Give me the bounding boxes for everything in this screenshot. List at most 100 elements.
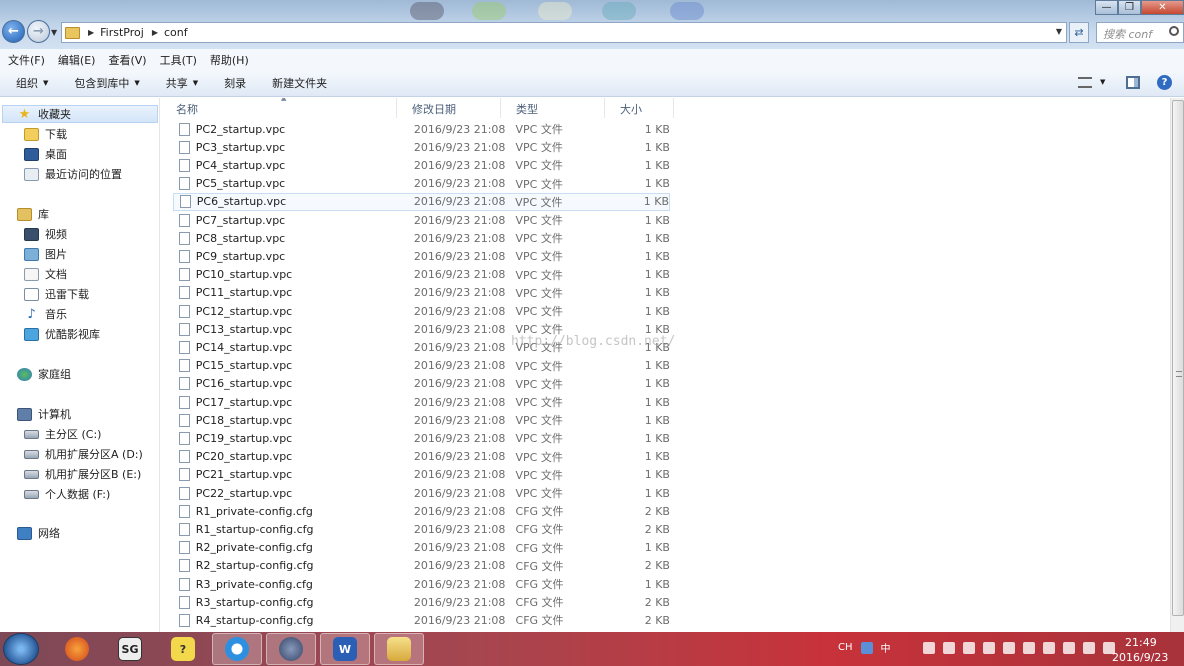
- taskbar-gns3[interactable]: [266, 633, 316, 665]
- menu-tools[interactable]: 工具(T): [160, 52, 197, 68]
- back-button[interactable]: ←: [2, 20, 25, 43]
- start-button[interactable]: [3, 633, 39, 665]
- taskbar-explorer[interactable]: [374, 633, 424, 665]
- file-row[interactable]: PC16_startup.vpc 2016/9/23 21:08 VPC 文件 1 K…: [173, 375, 670, 393]
- recent-pages-dropdown[interactable]: ▼: [51, 28, 57, 37]
- view-dropdown-icon[interactable]: ▼: [1100, 78, 1105, 86]
- file-row[interactable]: PC14_startup.vpc 2016/9/23 21:08 VPC 文件 1 K…: [173, 338, 670, 356]
- close-button[interactable]: ✕: [1141, 0, 1184, 15]
- taskbar-app-sg[interactable]: SG: [105, 633, 155, 665]
- help-icon[interactable]: ?: [1157, 75, 1172, 90]
- file-row[interactable]: PC12_startup.vpc 2016/9/23 21:08 VPC 文件 1 K…: [173, 302, 670, 320]
- column-name[interactable]: ▲ 名称: [161, 98, 397, 118]
- new-folder-button[interactable]: 新建文件夹: [272, 75, 327, 91]
- include-library-button[interactable]: 包含到库中 ▼: [74, 75, 139, 91]
- address-dropdown-icon[interactable]: ▼: [1056, 27, 1062, 36]
- file-row[interactable]: PC10_startup.vpc 2016/9/23 21:08 VPC 文件 1 K…: [173, 266, 670, 284]
- file-row[interactable]: PC19_startup.vpc 2016/9/23 21:08 VPC 文件 1 K…: [173, 429, 670, 447]
- nav-drive-e[interactable]: 机用扩展分区B (E:): [24, 465, 141, 483]
- breadcrumb-firstproj[interactable]: FirstProj: [100, 26, 144, 39]
- file-row[interactable]: PC20_startup.vpc 2016/9/23 21:08 VPC 文件 1 K…: [173, 448, 670, 466]
- scrollbar-thumb[interactable]: [1172, 100, 1184, 616]
- file-row[interactable]: PC2_startup.vpc 2016/9/23 21:08 VPC 文件 1 KB: [173, 120, 670, 138]
- file-row[interactable]: R2_private-config.cfg 2016/9/23 21:08 CFG …: [173, 539, 670, 557]
- file-row[interactable]: R2_startup-config.cfg 2016/9/23 21:08 CFG …: [173, 557, 670, 575]
- language-indicator[interactable]: 中: [881, 640, 891, 655]
- shield-icon[interactable]: [922, 641, 935, 654]
- chevron-right-icon[interactable]: ▶: [88, 28, 94, 37]
- nav-recent[interactable]: 最近访问的位置: [24, 165, 122, 183]
- tray-app-icon[interactable]: [962, 641, 975, 654]
- file-row[interactable]: PC13_startup.vpc 2016/9/23 21:08 VPC 文件 1 K…: [173, 320, 670, 338]
- change-view-icon[interactable]: [1078, 77, 1092, 88]
- network-icon[interactable]: [1042, 641, 1055, 654]
- nav-drive-d[interactable]: 机用扩展分区A (D:): [24, 445, 143, 463]
- taskbar-browser[interactable]: [212, 633, 262, 665]
- search-icon[interactable]: [860, 641, 873, 654]
- sync-icon[interactable]: [942, 641, 955, 654]
- file-row[interactable]: R4_startup-config.cfg 2016/9/23 21:08 CFG …: [173, 611, 670, 629]
- file-row[interactable]: R1_private-config.cfg 2016/9/23 21:08 CFG …: [173, 502, 670, 520]
- menu-edit[interactable]: 编辑(E): [58, 52, 96, 68]
- chevron-right-icon[interactable]: ▶: [152, 28, 158, 37]
- clock-date[interactable]: 2016/9/23: [1112, 651, 1168, 664]
- nav-videos[interactable]: 视频: [24, 225, 67, 243]
- taskbar-firefox[interactable]: [52, 633, 102, 665]
- burn-button[interactable]: 刻录: [224, 75, 246, 91]
- nav-desktop[interactable]: 桌面: [24, 145, 67, 163]
- column-size[interactable]: 大小: [605, 98, 674, 118]
- nav-downloads[interactable]: 下载: [24, 125, 67, 143]
- nav-network[interactable]: 网络: [17, 524, 60, 542]
- file-row[interactable]: PC3_startup.vpc 2016/9/23 21:08 VPC 文件 1 KB: [173, 138, 670, 156]
- chevron-down-icon[interactable]: [899, 642, 905, 654]
- vertical-scrollbar[interactable]: [1170, 98, 1184, 632]
- column-date[interactable]: 修改日期: [397, 98, 501, 118]
- menu-view[interactable]: 查看(V): [108, 52, 146, 68]
- nav-documents[interactable]: 文档: [24, 265, 67, 283]
- column-type[interactable]: 类型: [501, 98, 605, 118]
- file-row[interactable]: PC9_startup.vpc 2016/9/23 21:08 VPC 文件 1 KB: [173, 247, 670, 265]
- file-row[interactable]: R3_startup-config.cfg 2016/9/23 21:08 CFG …: [173, 593, 670, 611]
- file-row[interactable]: PC7_startup.vpc 2016/9/23 21:08 VPC 文件 1 KB: [173, 211, 670, 229]
- file-row[interactable]: PC22_startup.vpc 2016/9/23 21:08 VPC 文件 1 K…: [173, 484, 670, 502]
- share-button[interactable]: 共享 ▼: [166, 75, 198, 91]
- power-icon[interactable]: [1082, 641, 1095, 654]
- nav-drive-c[interactable]: 主分区 (C:): [24, 425, 101, 443]
- nav-thunder-downloads[interactable]: 迅雷下载: [24, 285, 89, 303]
- menu-help[interactable]: 帮助(H): [210, 52, 249, 68]
- nav-computer[interactable]: 计算机: [17, 405, 71, 423]
- tray-app-icon[interactable]: [1002, 641, 1015, 654]
- file-row[interactable]: PC4_startup.vpc 2016/9/23 21:08 VPC 文件 1 KB: [173, 156, 670, 174]
- nav-youku[interactable]: 优酷影视库: [24, 325, 100, 343]
- file-row[interactable]: R1_startup-config.cfg 2016/9/23 21:08 CFG …: [173, 520, 670, 538]
- file-row[interactable]: PC5_startup.vpc 2016/9/23 21:08 VPC 文件 1 KB: [173, 175, 670, 193]
- nav-drive-f[interactable]: 个人数据 (F:): [24, 485, 110, 503]
- file-row[interactable]: PC11_startup.vpc 2016/9/23 21:08 VPC 文件 1 K…: [173, 284, 670, 302]
- organize-button[interactable]: 组织 ▼: [16, 75, 48, 91]
- tray-app-icon[interactable]: [1022, 641, 1035, 654]
- file-row[interactable]: PC6_startup.vpc 2016/9/23 21:08 VPC 文件 1 KB: [173, 192, 670, 211]
- nav-libraries[interactable]: 库: [17, 205, 49, 223]
- file-row[interactable]: PC17_startup.vpc 2016/9/23 21:08 VPC 文件 1 K…: [173, 393, 670, 411]
- file-row[interactable]: R3_private-config.cfg 2016/9/23 21:08 CFG …: [173, 575, 670, 593]
- breadcrumb-conf[interactable]: conf: [164, 26, 188, 39]
- nav-music[interactable]: ♪ 音乐: [24, 305, 67, 323]
- minimize-button[interactable]: —: [1095, 0, 1118, 15]
- refresh-button[interactable]: ⇄: [1069, 22, 1089, 43]
- nav-pictures[interactable]: 图片: [24, 245, 67, 263]
- taskbar-word[interactable]: W: [320, 633, 370, 665]
- address-bar[interactable]: ▶ FirstProj ▶ conf ▼: [61, 22, 1067, 43]
- nav-homegroup[interactable]: 家庭组: [17, 365, 71, 383]
- clock-time[interactable]: 21:49: [1125, 636, 1157, 649]
- taskbar-help-app[interactable]: ?: [158, 633, 208, 665]
- menu-file[interactable]: 文件(F): [8, 52, 45, 68]
- ime-indicator[interactable]: CH: [838, 642, 853, 653]
- file-row[interactable]: PC8_startup.vpc 2016/9/23 21:08 VPC 文件 1 KB: [173, 229, 670, 247]
- search-icon[interactable]: [1169, 26, 1179, 36]
- nav-favorites[interactable]: ★ 收藏夹: [2, 105, 158, 123]
- maximize-button[interactable]: ❐: [1118, 0, 1141, 15]
- tray-app-icon[interactable]: [982, 641, 995, 654]
- file-row[interactable]: PC21_startup.vpc 2016/9/23 21:08 VPC 文件 1 K…: [173, 466, 670, 484]
- file-row[interactable]: PC15_startup.vpc 2016/9/23 21:08 VPC 文件 1 K…: [173, 357, 670, 375]
- forward-button[interactable]: →: [27, 20, 50, 43]
